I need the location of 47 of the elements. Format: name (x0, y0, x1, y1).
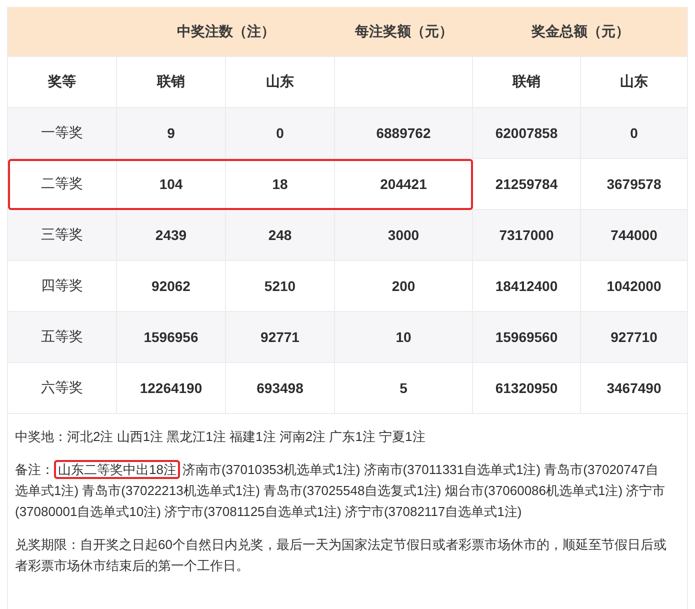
table-cell: 12264190 (140, 380, 202, 396)
table-cell: 92062 (152, 278, 190, 294)
prize-level: 一等奖 (41, 124, 83, 142)
table-cell: 3467490 (606, 380, 662, 396)
column-header: 山东 (266, 73, 294, 91)
table-cell: 61320950 (495, 380, 558, 396)
table-cell: 693498 (256, 380, 304, 396)
table-cell: 0 (630, 125, 638, 141)
prize-level: 六等奖 (41, 379, 83, 397)
prize-level: 五等奖 (41, 328, 83, 346)
claim-deadline: 兑奖期限：自开奖之日起60个自然日内兑奖，最后一天为国家法定节假日或者彩票市场休市的，顺延至节假日后或者彩票市场休市结束后的第一个工作日。 (15, 536, 668, 575)
table-cell: 21259784 (495, 176, 558, 192)
prize-level: 二等奖 (41, 175, 83, 193)
column-header: 联销 (512, 73, 540, 91)
table-cell: 927710 (610, 329, 658, 345)
table-cell: 3000 (388, 227, 420, 243)
table-cell: 92771 (260, 329, 300, 345)
prize-level: 四等奖 (41, 277, 83, 295)
winning-regions: 中奖地：河北2注 山西1注 黑龙江1注 福建1注 河南2注 广东1注 宁夏1注 (15, 428, 426, 446)
table-cell: 2439 (155, 227, 187, 243)
table-cell: 0 (276, 125, 284, 141)
table-cell: 3679578 (606, 176, 662, 192)
table-cell: 200 (392, 278, 416, 294)
column-group-header: 奖金总额（元） (532, 22, 630, 40)
column-group-header: 中奖注数（注） (177, 22, 275, 40)
table-cell: 204421 (380, 176, 427, 192)
table-cell: 744000 (610, 227, 658, 243)
table-cell: 62007858 (495, 125, 558, 141)
column-group-header: 每注奖额（元） (355, 22, 453, 40)
table-cell: 10 (396, 329, 412, 345)
table-cell: 248 (268, 227, 292, 243)
table-cell: 9 (167, 125, 175, 141)
table-cell: 1596956 (144, 329, 198, 345)
table-cell: 15969560 (495, 329, 558, 345)
table-cell: 18 (272, 176, 288, 192)
column-header: 奖等 (48, 73, 76, 91)
table-cell: 5 (400, 380, 408, 396)
remark-paragraph: 备注： 山东二等奖中出18注 济南市(37010353机选单式1注) 济南市(37011331自选单式1注) 青岛市(37020747自选单式1注) 青岛市(37022213机选单式1注) 青岛市(37025548自选复式1注) 烟台市(37060086机选单式1注) 济宁市(37080001自选单式10注) 济宁市(37081125自选单式1注) 济宁市(37082117自选单式1注) (15, 459, 666, 521)
column-header: 联销 (157, 73, 185, 91)
table-cell: 7317000 (499, 227, 554, 243)
table-cell: 1042000 (606, 278, 662, 294)
prize-level: 三等奖 (41, 226, 83, 244)
table-cell: 5210 (264, 278, 296, 294)
table-cell: 6889762 (376, 125, 431, 141)
table-cell: 104 (159, 176, 183, 192)
table-cell: 18412400 (495, 278, 558, 294)
column-header: 山东 (620, 73, 648, 91)
